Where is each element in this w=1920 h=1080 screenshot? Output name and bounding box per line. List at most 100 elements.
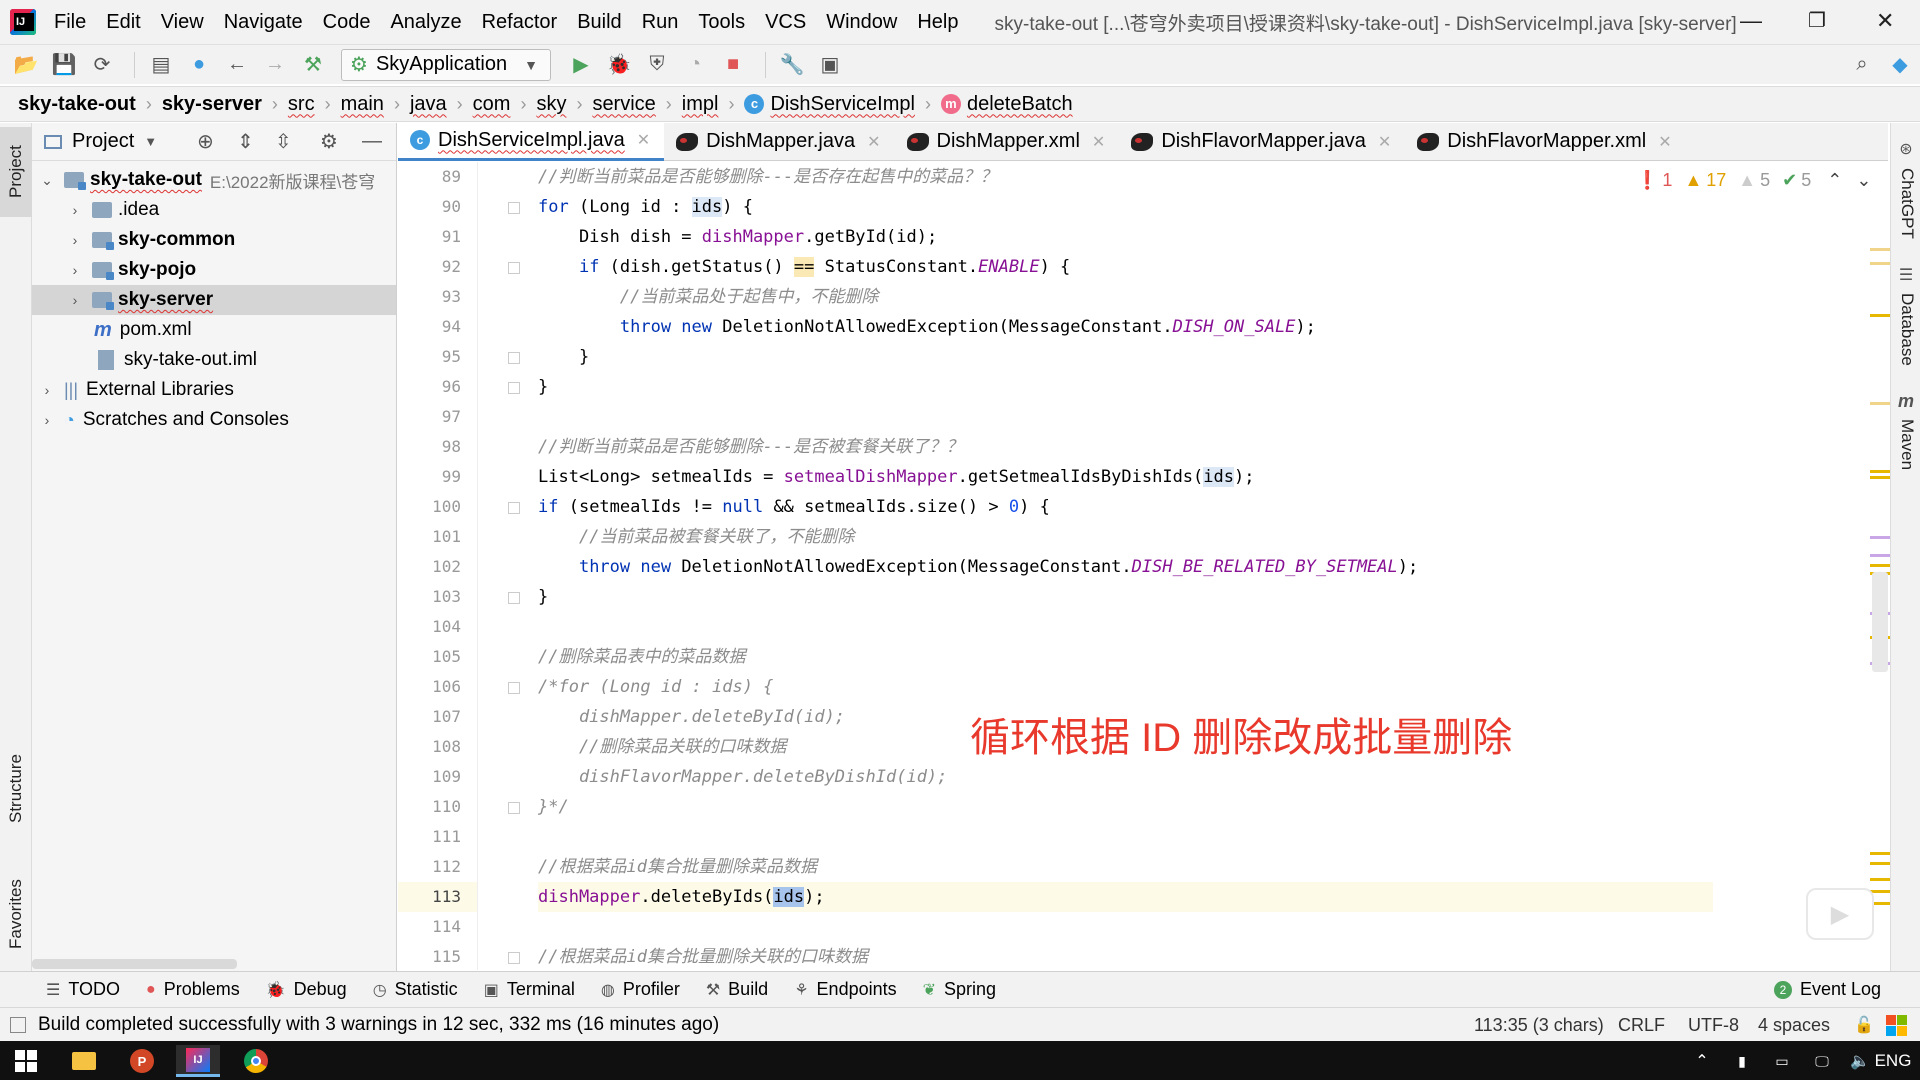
hide-panel-icon[interactable]: — [362,130,382,153]
error-stripe[interactable] [1868,162,1892,970]
project-view-selector[interactable]: Project [72,130,134,153]
menu-refactor[interactable]: Refactor [482,11,558,34]
close-icon[interactable]: ✕ [867,132,880,152]
chevron-right-icon[interactable]: › [38,412,56,428]
fold-marker-icon[interactable] [508,502,520,514]
tree-item-sky-pojo[interactable]: › sky-pojo [32,255,396,285]
maven-tool-tab[interactable]: Maven [1891,415,1920,475]
tab-problems[interactable]: ● Problems [146,979,240,1000]
save-all-icon[interactable]: 💾 [48,49,80,81]
tree-item-iml[interactable]: sky-take-out.iml [32,345,396,375]
tab-endpoints[interactable]: ⚘ Endpoints [794,979,896,1000]
chrome-icon[interactable] [234,1045,278,1077]
crumb-module[interactable]: sky-server [162,93,262,116]
file-explorer-icon[interactable] [62,1045,106,1077]
usb-icon[interactable]: ▮ [1720,1045,1764,1077]
horizontal-scrollbar[interactable] [32,959,237,969]
status-toggle-icon[interactable] [10,1016,26,1033]
chevron-right-icon[interactable]: › [66,292,84,308]
tab-todo[interactable]: ☰ TODO [46,979,120,1000]
project-settings-icon[interactable]: ▣ [814,49,846,81]
fold-marker-icon[interactable] [508,592,520,604]
tab-dishmapper-xml[interactable]: DishMapper.xml ✕ [895,123,1120,161]
menu-window[interactable]: Window [826,11,897,34]
powerpoint-icon[interactable]: P [120,1045,164,1077]
fold-marker-icon[interactable] [508,802,520,814]
menu-view[interactable]: View [161,11,204,34]
menu-help[interactable]: Help [917,11,958,34]
chevron-down-icon[interactable]: ⌄ [38,172,56,189]
tab-spring[interactable]: ❦ Spring [923,979,996,1000]
indent-setting[interactable]: 4 spaces [1758,1008,1830,1042]
vertical-scrollbar-thumb[interactable] [1872,572,1888,672]
menu-edit[interactable]: Edit [106,11,140,34]
close-icon[interactable]: ✕ [1092,132,1105,152]
chevron-up-icon[interactable]: ⌃ [1827,170,1842,191]
crumb-project[interactable]: sky-take-out [18,93,136,116]
settings-wrench-icon[interactable]: 🔧 [776,49,808,81]
crumb-sky[interactable]: sky [536,93,566,116]
tree-item-scratches[interactable]: › ◔ Scratches and Consoles [32,405,396,435]
tab-dishmapper-java[interactable]: DishMapper.java ✕ [664,123,894,161]
code-editor[interactable]: //判断当前菜品是否能够删除---是否存在起售中的菜品？？ for (Long … [538,162,1713,970]
open-folder-icon[interactable]: 📂 [10,49,42,81]
tab-statistic[interactable]: ◷ Statistic [373,979,458,1000]
database-tool-tab[interactable]: Database [1891,289,1920,369]
menu-vcs[interactable]: VCS [765,11,806,34]
close-icon[interactable]: ✕ [1378,132,1391,152]
play-icon[interactable]: ▶ [1806,888,1874,940]
tree-item-sky-take-out[interactable]: ⌄ sky-take-out E:\2022新版课程\苍穹 [32,165,396,195]
fold-marker-icon[interactable] [508,952,520,964]
chevron-right-icon[interactable]: › [66,262,84,278]
tab-build[interactable]: ⚒ Build [706,979,768,1000]
tab-debug[interactable]: 🐞 Debug [266,979,347,1000]
tree-item-sky-server[interactable]: › sky-server [32,285,396,315]
chevron-right-icon[interactable]: › [38,382,56,398]
inspection-widget[interactable]: ❗ 1 ▲ 17 ▲ 5 ✔ 5 ⌃ ⌄ [1636,170,1871,191]
structure-tool-tab[interactable]: Structure [0,729,32,849]
close-icon[interactable]: ✕ [1658,132,1671,152]
project-tool-tab[interactable]: Project [0,127,32,217]
collapse-all-icon[interactable]: ⇳ [275,129,292,154]
crumb-com[interactable]: com [473,93,511,116]
line-separator[interactable]: CRLF [1618,1008,1665,1042]
tab-dishserviceimpl[interactable]: c DishServiceImpl.java ✕ [398,122,665,161]
favorites-tool-tab[interactable]: Favorites [0,859,32,969]
tree-item-external-libraries[interactable]: › ||| External Libraries [32,375,396,405]
tree-item-pom[interactable]: m pom.xml [32,315,396,345]
status-message[interactable]: Build completed successfully with 3 warn… [38,1014,719,1036]
menu-run[interactable]: Run [642,11,679,34]
tab-event-log[interactable]: 2 Event Log [1774,979,1881,1000]
menu-analyze[interactable]: Analyze [390,11,461,34]
sync-icon[interactable]: ⟳ [86,49,118,81]
menu-navigate[interactable]: Navigate [224,11,303,34]
crumb-class[interactable]: DishServiceImpl [770,93,914,116]
chevron-right-icon[interactable]: › [66,232,84,248]
tab-dishflavormapper-xml[interactable]: DishFlavorMapper.xml ✕ [1405,123,1685,161]
crumb-service[interactable]: service [592,93,655,116]
chatgpt-tool-tab[interactable]: ChatGPT [1891,163,1920,243]
fold-marker-icon[interactable] [508,682,520,694]
chevron-up-icon[interactable]: ⌃ [1680,1045,1724,1077]
crumb-src[interactable]: src [288,93,315,116]
file-encoding[interactable]: UTF-8 [1688,1008,1739,1042]
close-window-icon[interactable]: ✕ [1876,8,1894,34]
tab-profiler[interactable]: ◍ Profiler [601,979,680,1000]
fold-marker-icon[interactable] [508,382,520,394]
tab-dishflavormapper-java[interactable]: DishFlavorMapper.java ✕ [1119,123,1405,161]
intellij-taskbar-icon[interactable]: IJ [176,1045,220,1077]
crumb-java[interactable]: java [410,93,447,116]
run-icon[interactable]: ▶ [565,49,597,81]
back-icon[interactable]: ← [221,49,253,81]
windows-start-icon[interactable] [4,1045,48,1077]
network-icon[interactable]: ▭ [1760,1045,1804,1077]
restore-icon[interactable]: ❐ [1808,8,1826,33]
menu-file[interactable]: File [54,11,86,34]
tree-item-idea[interactable]: › .idea [32,195,396,225]
tab-terminal[interactable]: ▣ Terminal [484,979,575,1000]
menu-tools[interactable]: Tools [698,11,745,34]
run-config-dropdown[interactable]: ⚙ SkyApplication ▼ [341,48,551,81]
fold-marker-icon[interactable] [508,352,520,364]
jetbrains-toolbox-icon[interactable]: ◆ [1884,49,1916,81]
menu-build[interactable]: Build [577,11,621,34]
